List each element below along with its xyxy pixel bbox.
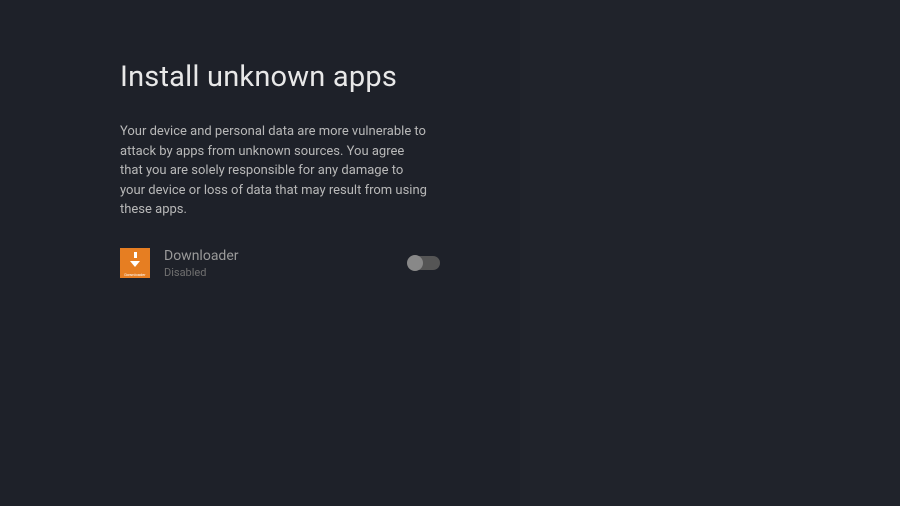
app-row-downloader[interactable]: Downloader Downloader Disabled (120, 248, 440, 279)
page-title: Install unknown apps (120, 60, 430, 94)
app-toggle-switch[interactable] (408, 256, 440, 270)
toggle-knob (407, 255, 423, 271)
app-info: Downloader Disabled (164, 248, 408, 279)
right-panel (520, 0, 900, 506)
app-status: Disabled (164, 266, 408, 279)
settings-content: Install unknown apps Your device and per… (0, 0, 430, 279)
page-description: Your device and personal data are more v… (120, 122, 430, 220)
app-name: Downloader (164, 248, 408, 264)
downloader-app-icon: Downloader (120, 248, 150, 278)
